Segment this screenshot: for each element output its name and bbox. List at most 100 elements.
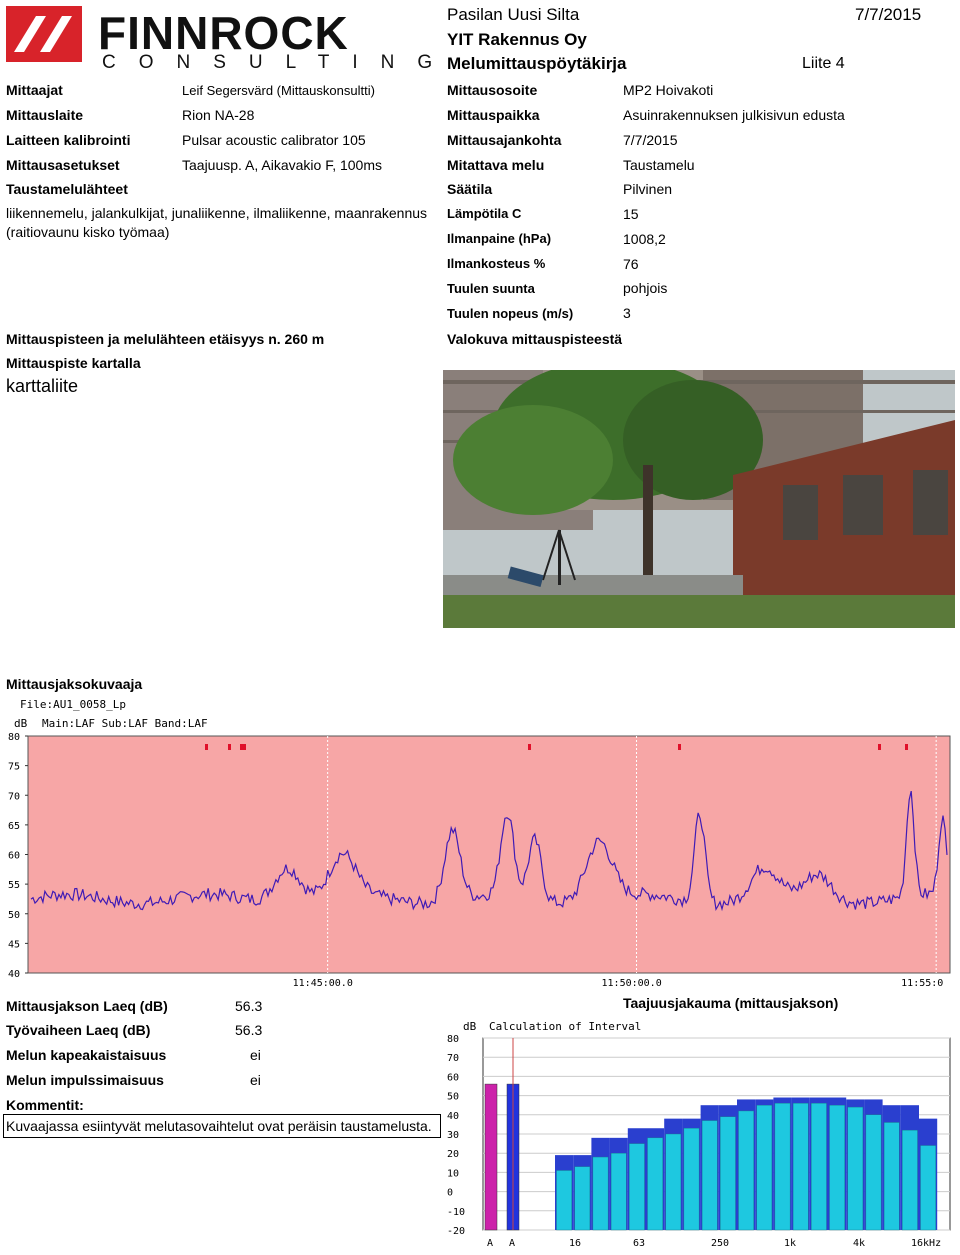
spectrum-x-tick-label: 16	[569, 1238, 581, 1249]
spectrum-chart: dB Calculation of Interval 80 70 60 50 40 30 20 1…	[445, 1016, 957, 1250]
spectrum-y-tick-label: 20	[447, 1149, 459, 1160]
spectrum-x-tick-label: A	[509, 1238, 515, 1249]
result-value: 56.3	[235, 1022, 263, 1038]
weather-label: Lämpötila C	[447, 206, 522, 221]
field-label: Laitteen kalibrointi	[6, 132, 131, 148]
spectrum-title: Calculation of Interval	[489, 1020, 641, 1033]
band-value-bar	[920, 1145, 936, 1231]
spectrum-x-tick-label: 63	[633, 1238, 645, 1249]
event-marker	[905, 744, 908, 750]
y-tick-label: 80	[8, 732, 20, 743]
weather-label: Ilmankosteus %	[447, 256, 546, 271]
header-date: 7/7/2015	[855, 5, 922, 24]
weather-value: 3	[623, 305, 631, 321]
sources-line1: liikennemelu, jalankulkijat, junaliikenn…	[6, 205, 428, 221]
band-value-bar	[720, 1116, 736, 1231]
comments-text: Kuvaajassa esiintyvät melutasovaihtelut …	[6, 1118, 432, 1134]
y-tick-label: 55	[8, 880, 20, 891]
photo-label: Valokuva mittauspisteestä	[447, 331, 623, 347]
y-tick-label: 45	[8, 939, 20, 950]
field-label: Mittaajat	[6, 82, 63, 98]
spectrum-y-tick-label: 80	[447, 1034, 459, 1045]
weather-label: Ilmanpaine (hPa)	[447, 231, 552, 246]
field-label: Mitattava melu	[447, 157, 545, 173]
band-value-bar	[902, 1129, 918, 1231]
spectrum-y-tick-label: 70	[447, 1053, 459, 1064]
comments-label: Kommentit:	[6, 1097, 84, 1113]
sources-line2: (raitiovaunu kisko työmaa)	[6, 224, 170, 240]
weather-label: Tuulen suunta	[447, 281, 535, 296]
band-value-bar	[592, 1156, 609, 1231]
map-label: Mittauspiste kartalla	[6, 355, 141, 371]
weather-value: pohjois	[623, 280, 668, 296]
event-marker	[228, 744, 231, 750]
sources-label: Taustamelulähteet	[6, 181, 128, 197]
spectrum-x-tick-label: 4k	[853, 1238, 865, 1249]
band-value-bar	[647, 1137, 663, 1231]
timeline-label: Mittausjaksokuvaaja	[6, 676, 143, 692]
band-value-bar	[683, 1128, 700, 1231]
spectrum-y-tick-label: 60	[447, 1072, 459, 1083]
logo-emblem-icon	[14, 16, 72, 52]
y-tick-label: 60	[8, 851, 20, 862]
plot-area	[27, 735, 951, 974]
measurement-site-photo	[443, 370, 955, 628]
band-value-bar	[792, 1103, 809, 1231]
document-title: Melumittauspöytäkirja	[447, 54, 627, 73]
spectrum-y-tick-label: 40	[447, 1111, 459, 1122]
event-marker	[678, 744, 681, 750]
logo-sub: CONSULTING	[102, 52, 456, 73]
event-marker	[243, 744, 246, 750]
y-tick-label: 70	[8, 791, 20, 802]
weather-value: 15	[623, 206, 639, 222]
weather-label: Säätila	[447, 181, 493, 197]
band-value-bar	[829, 1104, 845, 1231]
overall-bar	[484, 1083, 498, 1231]
map-value: karttaliite	[6, 376, 79, 396]
result-value: ei	[250, 1072, 261, 1088]
y-tick-label: 50	[8, 910, 20, 921]
field-value: Leif Segersvärd (Mittauskonsultti)	[182, 83, 375, 98]
chart-header: Main:LAF Sub:LAF Band:LAF	[42, 717, 208, 730]
site-title: Pasilan Uusi Silta	[447, 5, 580, 24]
spectrum-y-tick-label: -20	[447, 1226, 465, 1237]
event-marker	[240, 744, 243, 750]
field-value: Taustamelu	[623, 157, 695, 173]
spectrum-y-tick-label: 0	[447, 1188, 453, 1199]
file-name: File:AU1_0058_Lp	[20, 698, 126, 711]
event-marker	[205, 744, 208, 750]
spectrum-x-tick-label: 1k	[784, 1238, 796, 1249]
band-value-bar	[574, 1166, 591, 1231]
logo-emblem	[6, 6, 82, 62]
spectrum-svg: dB Calculation of Interval 80 70 60 50 40 30 20 1…	[445, 1016, 957, 1250]
band-value-bar	[756, 1104, 773, 1231]
result-value: ei	[250, 1047, 261, 1063]
band-value-bar	[629, 1143, 645, 1231]
time-history-svg: File:AU1_0058_Lp dB Main:LAF Sub:LAF Band:…	[8, 698, 951, 989]
x-tick-label: 11:55:0	[901, 978, 943, 989]
field-value: 7/7/2015	[623, 132, 678, 148]
y-tick-label: 65	[8, 821, 20, 832]
spectrum-y-tick-label: -10	[447, 1207, 465, 1218]
field-value: Taajuusp. A, Aikavakio F, 100ms	[182, 157, 382, 173]
y-tick-label: 75	[8, 762, 20, 773]
band-value-bar	[701, 1120, 718, 1231]
field-label: Mittausosoite	[447, 82, 538, 98]
band-value-bar	[738, 1110, 754, 1231]
field-label: Mittausasetukset	[6, 157, 120, 173]
spectrum-label: Taajuusjakauma (mittausjakson)	[623, 995, 839, 1011]
distance-text: Mittauspisteen ja melulähteen etäisyys n…	[6, 331, 325, 347]
band-value-bar	[811, 1103, 827, 1231]
band-value-bar	[883, 1122, 900, 1231]
result-label: Työvaiheen Laeq (dB)	[6, 1022, 151, 1038]
field-value: MP2 Hoivakoti	[623, 82, 714, 98]
spectrum-y-tick-label: 10	[447, 1168, 459, 1179]
band-value-bar	[865, 1114, 882, 1231]
weather-value: 1008,2	[623, 231, 666, 247]
band-value-bar	[610, 1152, 627, 1231]
weather-value: 76	[623, 256, 639, 272]
spectrum-y-tick-label: 30	[447, 1130, 459, 1141]
spectrum-y-tick-label: 50	[447, 1092, 459, 1103]
spectrum-y-label: dB	[463, 1020, 477, 1033]
band-value-bar	[665, 1133, 682, 1231]
